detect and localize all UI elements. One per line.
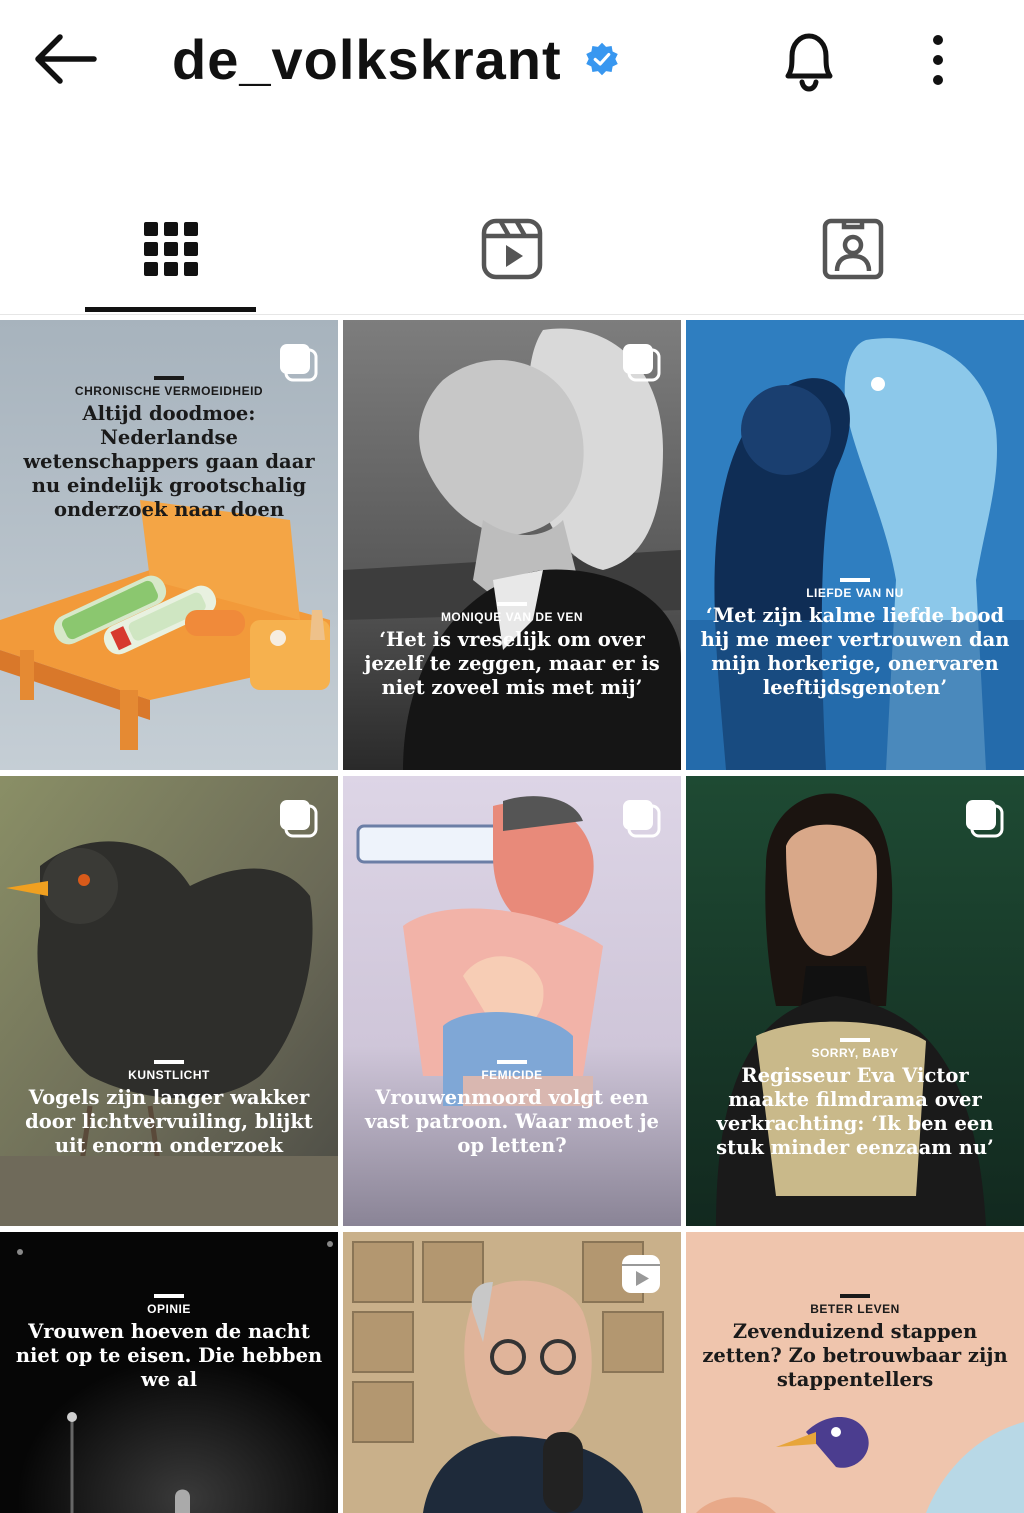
kicker-bar <box>154 1294 184 1298</box>
profile-title: de_volkskrant <box>172 24 620 94</box>
post-tile[interactable]: BETER LEVEN Zevenduizend stappen zetten?… <box>686 1232 1024 1513</box>
post-tile[interactable]: OPINIE Vrouwen hoeven de nacht niet op t… <box>0 1232 338 1513</box>
tab-reels[interactable] <box>341 200 682 314</box>
kicker-bar <box>840 1294 870 1298</box>
post-kicker: CHRONISCHE VERMOEIDHEID <box>74 384 264 398</box>
reels-icon <box>481 218 542 280</box>
post-headline: Regisseur Eva Victor maakte filmdrama ov… <box>716 1064 994 1159</box>
more-options-icon[interactable] <box>918 32 958 88</box>
post-kicker: SORRY, BABY <box>811 1046 899 1060</box>
post-kicker: KUNSTLICHT <box>128 1068 210 1082</box>
post-tile[interactable]: CHRONISCHE VERMOEIDHEID Altijd doodmoe: … <box>0 320 338 770</box>
post-kicker: MONIQUE VAN DE VEN <box>440 610 584 624</box>
kicker-bar <box>497 1060 527 1064</box>
post-headline: ‘Met zijn kalme liefde bood hij me meer … <box>700 604 1010 699</box>
kicker-bar <box>497 602 527 606</box>
post-caption: LIEFDE VAN NU ‘Met zijn kalme liefde boo… <box>686 578 1024 700</box>
post-kicker: LIEFDE VAN NU <box>806 586 904 600</box>
post-headline: ‘Het is vreselijk om over jezelf te zegg… <box>364 628 660 699</box>
grid-icon <box>143 222 198 276</box>
carousel-icon <box>280 800 318 838</box>
post-headline: Altijd doodmoe: Nederlandse wetenschappe… <box>23 402 315 521</box>
kicker-bar <box>154 376 184 380</box>
post-image-illustration-gun <box>343 776 681 1226</box>
post-caption: FEMICIDE Vrouwenmoord volgt een vast pat… <box>343 1060 681 1158</box>
carousel-icon <box>280 344 318 382</box>
post-image-portrait <box>343 320 681 770</box>
username: de_volkskrant <box>172 27 562 91</box>
post-caption: BETER LEVEN Zevenduizend stappen zetten?… <box>686 1294 1024 1392</box>
post-headline: Vrouwen hoeven de nacht niet op te eisen… <box>15 1320 323 1391</box>
tagged-person-icon <box>822 218 883 280</box>
post-image-blackbird <box>0 776 338 1226</box>
kicker-bar <box>840 1038 870 1042</box>
post-kicker: OPINIE <box>147 1302 191 1316</box>
post-caption: MONIQUE VAN DE VEN ‘Het is vreselijk om … <box>343 602 681 700</box>
post-tile[interactable]: LIEFDE VAN NU ‘Met zijn kalme liefde boo… <box>686 320 1024 770</box>
post-image-illustration-couple <box>686 320 1024 770</box>
post-tile[interactable]: FEMICIDE Vrouwenmoord volgt een vast pat… <box>343 776 681 1226</box>
post-tile[interactable]: SORRY, BABY Regisseur Eva Victor maakte … <box>686 776 1024 1226</box>
carousel-icon <box>966 800 1004 838</box>
tabs-divider <box>0 314 1024 315</box>
tab-tagged[interactable] <box>682 200 1023 314</box>
back-arrow-icon[interactable] <box>30 28 100 90</box>
post-caption: KUNSTLICHT Vogels zijn langer wakker doo… <box>0 1060 338 1158</box>
post-tile[interactable]: KUNSTLICHT Vogels zijn langer wakker doo… <box>0 776 338 1226</box>
reel-icon <box>622 1255 660 1293</box>
notification-bell-icon[interactable] <box>778 26 840 92</box>
post-headline: Vrouwenmoord volgt een vast patroon. Waa… <box>365 1086 659 1157</box>
post-tile[interactable] <box>343 1232 681 1513</box>
carousel-icon <box>623 800 661 838</box>
post-headline: Vogels zijn langer wakker door lichtverv… <box>25 1086 313 1157</box>
post-kicker: FEMICIDE <box>481 1068 543 1082</box>
post-tile[interactable]: MONIQUE VAN DE VEN ‘Het is vreselijk om … <box>343 320 681 770</box>
post-caption: OPINIE Vrouwen hoeven de nacht niet op t… <box>0 1294 338 1392</box>
post-kicker: BETER LEVEN <box>810 1302 900 1316</box>
carousel-icon <box>623 344 661 382</box>
profile-tabs <box>0 200 1024 316</box>
post-headline: Zevenduizend stappen zetten? Zo betrouwb… <box>702 1320 1008 1391</box>
profile-header: de_volkskrant <box>0 0 1024 120</box>
selected-tab-indicator <box>85 307 256 312</box>
post-caption: CHRONISCHE VERMOEIDHEID Altijd doodmoe: … <box>0 376 338 522</box>
post-caption: SORRY, BABY Regisseur Eva Victor maakte … <box>686 1038 1024 1160</box>
verified-badge-icon <box>585 42 618 76</box>
tab-posts[interactable] <box>0 200 341 314</box>
kicker-bar <box>840 578 870 582</box>
kicker-bar <box>154 1060 184 1064</box>
